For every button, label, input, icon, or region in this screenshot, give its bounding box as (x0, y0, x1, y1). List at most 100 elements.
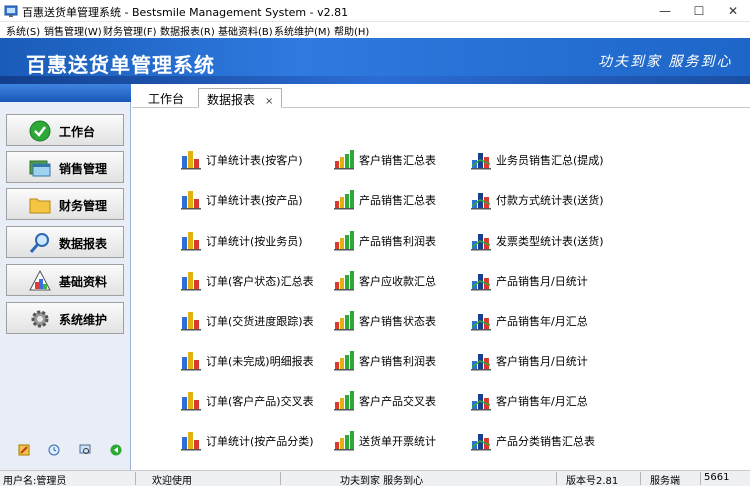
menu-help[interactable]: 帮助(H) (334, 23, 369, 38)
tab-label: 工作台 (148, 92, 185, 106)
menu-maintenance[interactable]: 系统维护(M) (274, 23, 330, 38)
status-separator (640, 472, 641, 485)
search-window-icon[interactable] (79, 444, 91, 456)
menu-system[interactable]: 系统(S) (6, 23, 40, 38)
report-link-label: 订单(交货进度跟踪)表 (206, 315, 314, 328)
sidebar-item-basic-data[interactable]: 基础资料 (6, 264, 124, 296)
edit-icon[interactable] (18, 444, 30, 456)
bar-chart-icon (180, 309, 202, 331)
tab-workbench[interactable]: 工作台 (140, 88, 192, 108)
sidebar-item-finance[interactable]: 财务管理 (6, 188, 124, 220)
banner-title: 百惠送货单管理系统 (26, 53, 215, 77)
bar-chart-icon (470, 309, 492, 331)
bar-chart-icon (180, 349, 202, 371)
report-link-label: 客户销售状态表 (359, 315, 436, 328)
bar-chart-icon (333, 429, 355, 451)
report-link[interactable]: 客户销售月/日统计 (470, 349, 650, 371)
menu-finance[interactable]: 财务管理(F) (103, 23, 157, 38)
report-link[interactable]: 产品销售月/日统计 (470, 269, 650, 291)
report-link-label: 客户销售汇总表 (359, 154, 436, 167)
status-slogan: 功夫到家 服务到心 (340, 476, 424, 486)
report-link-label: 产品销售年/月汇总 (496, 315, 588, 328)
bar-chart-icon (180, 188, 202, 210)
status-user: 用户名:管理员 (3, 476, 67, 486)
bar-chart-icon (333, 148, 355, 170)
bar-chart-icon (333, 349, 355, 371)
bar-chart-icon (470, 349, 492, 371)
status-separator (135, 472, 136, 485)
menu-reports[interactable]: 数据报表(R) (160, 23, 215, 38)
report-link-label: 产品销售月/日统计 (496, 275, 588, 288)
tab-label: 数据报表 (207, 93, 256, 107)
header-banner: 百惠送货单管理系统 功夫到家 服务到心 (0, 38, 750, 84)
report-link-label: 订单(客户产品)交叉表 (206, 395, 314, 408)
sales-window-icon (29, 160, 51, 177)
status-bar: 用户名:管理员 欢迎使用 功夫到家 服务到心 版本号2.81 服务端 5661 (0, 470, 750, 486)
report-link-label: 业务员销售汇总(提成) (496, 154, 604, 167)
status-version: 版本号2.81 (566, 476, 619, 486)
report-link-label: 产品销售利润表 (359, 235, 436, 248)
report-link[interactable]: 发票类型统计表(送货) (470, 229, 650, 251)
report-link[interactable]: 付款方式统计表(送货) (470, 188, 650, 210)
report-link[interactable]: 产品销售年/月汇总 (470, 309, 650, 331)
report-link-label: 客户销售利润表 (359, 355, 436, 368)
bar-chart-icon (333, 269, 355, 291)
tab-reports[interactable]: 数据报表 × (198, 88, 283, 108)
status-code: 5661 (704, 472, 730, 483)
report-link-label: 产品分类销售汇总表 (496, 435, 595, 448)
maximize-button[interactable]: ☐ (682, 0, 716, 22)
sidebar-item-label: 系统维护 (59, 313, 108, 327)
gear-icon (31, 310, 49, 328)
close-button[interactable]: ✕ (716, 0, 750, 22)
report-link-label: 客户产品交叉表 (359, 395, 436, 408)
menu-sales[interactable]: 销售管理(W) (44, 23, 102, 38)
bar-chart-icon (333, 389, 355, 411)
sidebar-item-reports[interactable]: 数据报表 (6, 226, 124, 258)
bar-chart-icon (180, 429, 202, 451)
report-link-label: 订单统计(按产品分类) (206, 435, 314, 448)
report-link-label: 客户销售月/日统计 (496, 355, 588, 368)
bar-chart-icon (470, 148, 492, 170)
report-link[interactable]: 业务员销售汇总(提成) (470, 148, 650, 170)
tab-close-button[interactable]: × (265, 96, 273, 107)
report-link-label: 订单(未完成)明细报表 (206, 355, 314, 368)
sidebar-header (0, 84, 131, 102)
sidebar-item-sales[interactable]: 销售管理 (6, 151, 124, 183)
report-link-label: 订单统计表(按客户) (206, 154, 303, 167)
clock-icon[interactable] (48, 444, 60, 456)
report-link-label: 送货单开票统计 (359, 435, 436, 448)
sidebar: 工作台 销售管理 财务管理 数据报表 基础资料 系统维护 (0, 84, 131, 470)
banner-slogan: 功夫到家 服务到心 (598, 54, 733, 70)
report-link-label: 订单(客户状态)汇总表 (206, 275, 314, 288)
report-link-label: 付款方式统计表(送货) (496, 194, 604, 207)
bar-chart-icon (470, 188, 492, 210)
tab-strip: 工作台 数据报表 × (132, 84, 750, 108)
report-link-label: 客户销售年/月汇总 (496, 395, 588, 408)
status-separator (280, 472, 281, 485)
report-link-label: 客户应收款汇总 (359, 275, 436, 288)
minimize-button[interactable]: — (648, 0, 682, 22)
window-title: 百惠送货单管理系统 - Bestsmile Management System … (22, 6, 349, 19)
sidebar-item-maintenance[interactable]: 系统维护 (6, 302, 124, 334)
status-welcome: 欢迎使用 (152, 476, 192, 486)
report-link-label: 产品销售汇总表 (359, 194, 436, 207)
bar-chart-icon (470, 429, 492, 451)
sidebar-item-label: 基础资料 (59, 275, 108, 289)
menu-basic-data[interactable]: 基础资料(B) (218, 23, 273, 38)
report-link[interactable]: 产品分类销售汇总表 (470, 429, 650, 451)
bar-chart-icon (180, 148, 202, 170)
sidebar-item-label: 工作台 (59, 125, 96, 139)
sidebar-item-workbench[interactable]: 工作台 (6, 114, 124, 146)
bar-chart-icon (333, 309, 355, 331)
app-icon (4, 5, 18, 17)
green-arrow-icon[interactable] (110, 444, 122, 456)
menu-bar: 系统(S) 销售管理(W) 财务管理(F) 数据报表(R) 基础资料(B) 系统… (0, 22, 750, 38)
color-palette-icon (29, 270, 51, 291)
report-link[interactable]: 客户销售年/月汇总 (470, 389, 650, 411)
sidebar-item-label: 财务管理 (59, 199, 108, 213)
title-bar: 百惠送货单管理系统 - Bestsmile Management System … (0, 0, 750, 22)
check-circle-icon (29, 120, 51, 142)
report-link-label: 订单统计表(按产品) (206, 194, 303, 207)
sidebar-item-label: 销售管理 (59, 162, 108, 176)
report-link-label: 订单统计(按业务员) (206, 235, 303, 248)
